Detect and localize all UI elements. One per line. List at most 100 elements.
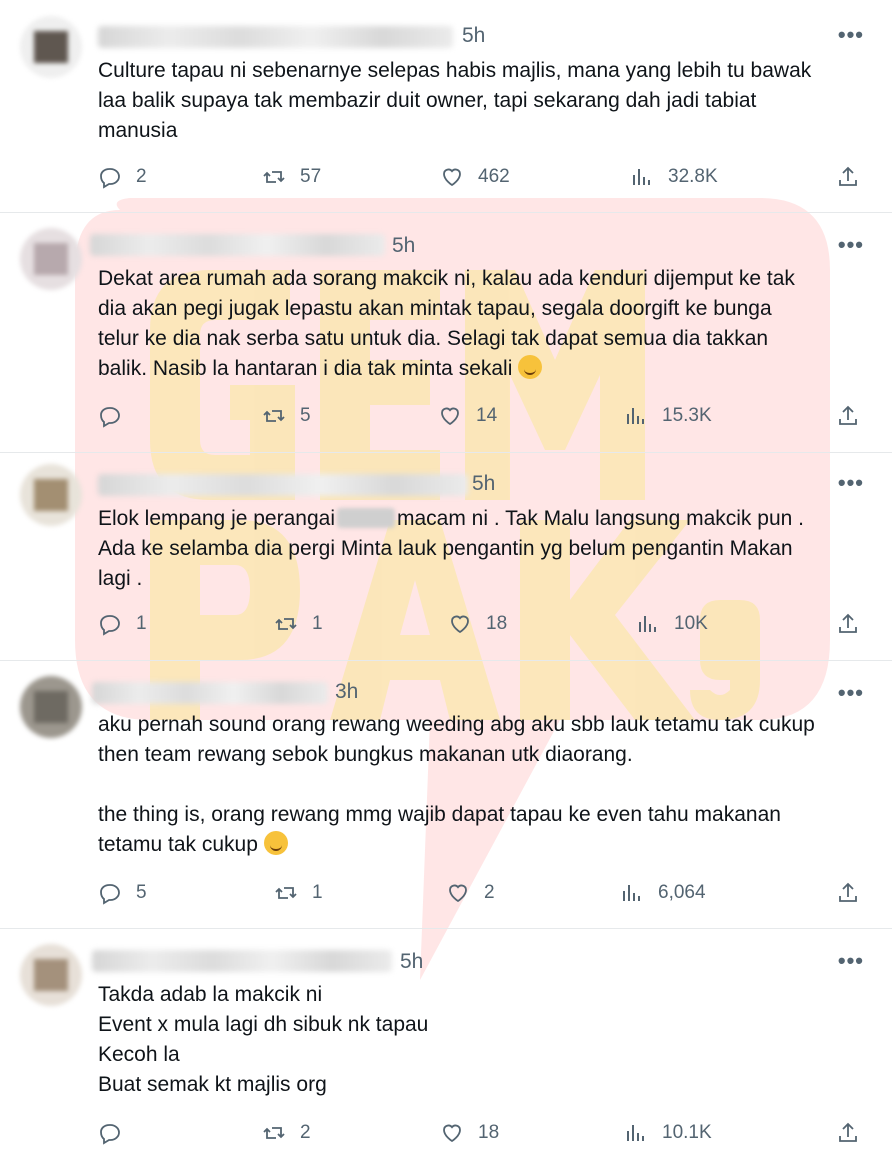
like-count: 18 — [478, 1122, 500, 1143]
reply-tweet[interactable]: 3h ••• aku pernah sound orang rewang wee… — [0, 660, 892, 929]
share-icon — [839, 405, 857, 425]
reply-icon — [100, 407, 120, 428]
heart-icon — [443, 1124, 461, 1143]
reply-icon — [100, 615, 120, 636]
share-button[interactable] — [836, 400, 860, 432]
timestamp[interactable]: 3h — [335, 680, 358, 704]
timestamp[interactable]: 5h — [472, 472, 495, 496]
like-button[interactable]: 18 — [448, 608, 507, 640]
retweet-icon — [263, 171, 285, 183]
like-button[interactable]: 2 — [446, 877, 495, 909]
blurred-username[interactable] — [98, 26, 453, 48]
action-bar: 2 57 462 32.8K — [0, 161, 892, 193]
more-options-icon[interactable]: ••• — [838, 948, 864, 974]
share-button[interactable] — [836, 608, 860, 640]
view-count: 32.8K — [668, 166, 718, 187]
share-button[interactable] — [836, 877, 860, 909]
avatar[interactable] — [20, 944, 82, 1006]
avatar[interactable] — [20, 464, 82, 526]
redacted-word — [337, 508, 395, 528]
retweet-button[interactable]: 5 — [262, 400, 311, 432]
action-bar: 5 1 2 6,064 — [0, 877, 892, 909]
retweet-button[interactable]: 1 — [274, 608, 323, 640]
heart-icon — [443, 168, 461, 187]
share-icon — [839, 1122, 857, 1142]
tweet-text: aku pernah sound orang rewang weeding ab… — [98, 713, 815, 856]
action-bar: 1 1 18 10K — [0, 608, 892, 640]
views-button[interactable]: 10.1K — [624, 1117, 712, 1149]
views-chart-icon — [627, 1125, 644, 1141]
views-chart-icon — [633, 169, 650, 185]
reply-button[interactable] — [98, 400, 136, 432]
reply-count: 2 — [136, 166, 147, 187]
retweet-icon — [275, 618, 297, 630]
avatar[interactable] — [20, 16, 82, 78]
retweet-icon — [275, 887, 297, 899]
laugh-cry-emoji — [263, 831, 288, 855]
retweet-icon — [263, 410, 285, 422]
like-button[interactable]: 462 — [440, 161, 510, 193]
blurred-username[interactable] — [92, 950, 392, 972]
like-button[interactable]: 18 — [440, 1117, 499, 1149]
reply-icon — [100, 1124, 120, 1145]
tweet-text: Dekat area rumah ada sorang makcik ni, k… — [98, 267, 795, 380]
timestamp[interactable]: 5h — [392, 234, 415, 258]
tweet-text: Takda adab la makcik ni Event x mula lag… — [98, 983, 429, 1096]
more-options-icon[interactable]: ••• — [838, 22, 864, 48]
heart-icon — [451, 615, 469, 634]
blurred-username[interactable] — [98, 474, 468, 496]
reply-button[interactable]: 5 — [98, 877, 147, 909]
views-chart-icon — [623, 885, 640, 901]
view-count: 15.3K — [662, 405, 712, 426]
like-button[interactable]: 14 — [438, 400, 497, 432]
reply-count: 1 — [136, 613, 147, 634]
reply-button[interactable]: 2 — [98, 161, 147, 193]
more-options-icon[interactable]: ••• — [838, 680, 864, 706]
retweet-icon — [263, 1127, 285, 1139]
like-count: 18 — [486, 613, 508, 634]
action-bar: 5 14 15.3K — [0, 400, 892, 432]
sweat-smile-emoji — [518, 355, 543, 379]
views-button[interactable]: 15.3K — [624, 400, 712, 432]
retweet-count: 1 — [312, 882, 323, 903]
views-button[interactable]: 6,064 — [620, 877, 706, 909]
reply-button[interactable]: 1 — [98, 608, 147, 640]
blurred-username[interactable] — [90, 234, 385, 256]
reply-tweet[interactable]: 5h ••• Takda adab la makcik ni Event x m… — [0, 928, 892, 1174]
action-bar: 2 18 10.1K — [0, 1117, 892, 1149]
share-button[interactable] — [836, 161, 860, 193]
share-button[interactable] — [836, 1117, 860, 1149]
retweet-button[interactable]: 2 — [262, 1117, 311, 1149]
like-count: 2 — [484, 882, 495, 903]
blurred-username[interactable] — [92, 682, 328, 704]
retweet-button[interactable]: 1 — [274, 877, 323, 909]
tweet-text: Culture tapau ni sebenarnye selepas habi… — [98, 59, 812, 142]
reply-tweet[interactable]: 5h ••• Dekat area rumah ada sorang makci… — [0, 212, 892, 453]
heart-icon — [441, 407, 459, 426]
reply-icon — [100, 884, 120, 905]
share-icon — [839, 613, 857, 633]
share-icon — [839, 882, 857, 902]
view-count: 10.1K — [662, 1122, 712, 1143]
timestamp[interactable]: 5h — [462, 24, 485, 48]
avatar[interactable] — [20, 228, 82, 290]
more-options-icon[interactable]: ••• — [838, 232, 864, 258]
retweet-button[interactable]: 57 — [262, 161, 321, 193]
reply-button[interactable] — [98, 1117, 136, 1149]
reply-icon — [100, 168, 120, 189]
views-button[interactable]: 32.8K — [630, 161, 718, 193]
retweet-count: 5 — [300, 405, 311, 426]
views-chart-icon — [639, 616, 656, 632]
avatar[interactable] — [20, 676, 82, 738]
like-count: 462 — [478, 166, 510, 187]
views-button[interactable]: 10K — [636, 608, 708, 640]
timestamp[interactable]: 5h — [400, 950, 423, 974]
retweet-count: 2 — [300, 1122, 311, 1143]
view-count: 6,064 — [658, 882, 706, 903]
reply-tweet[interactable]: 5h ••• Culture tapau ni sebenarnye selep… — [0, 0, 892, 213]
tweet-text: Elok lempang je perangai macam ni . Tak M… — [98, 507, 804, 590]
heart-icon — [449, 884, 467, 903]
more-options-icon[interactable]: ••• — [838, 470, 864, 496]
reply-tweet[interactable]: 5h ••• Elok lempang je perangai macam ni … — [0, 452, 892, 661]
retweet-count: 57 — [300, 166, 322, 187]
